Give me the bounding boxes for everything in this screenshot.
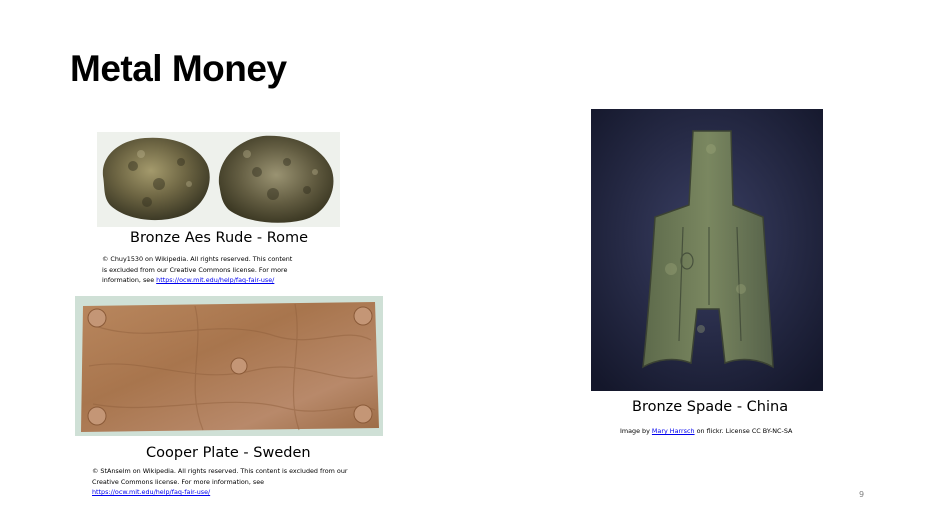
copper-plate-credit-line-1: © StAnselm on Wikipedia. All rights rese… [92,467,348,475]
copper-plate-caption: Cooper Plate - Sweden [146,445,311,461]
aes-rude-credit-line-1: © Chuy1530 on Wikipedia. All rights rese… [102,255,293,263]
copper-plate-fair-use-link[interactable]: https://ocw.mit.edu/help/faq-fair-use/ [92,488,210,496]
aes-rude-credit-line-2: is excluded from our Creative Commons li… [102,265,288,274]
aes-rude-caption: Bronze Aes Rude - Rome [130,230,309,246]
bronze-spade-caption: Bronze Spade - China [632,399,789,415]
copper-plate-credit: © StAnselm on Wikipedia. All rights rese… [92,466,412,498]
bronze-spade-credit-suffix: on flickr. License CC BY-NC-SA [694,427,793,435]
slide-title: Metal Money [70,48,287,89]
mary-harrsch-link[interactable]: Mary Harrsch [652,427,695,435]
bronze-spade-credit: Image by Mary Harrsch on flickr. License… [620,426,860,437]
aes-rude-credit: © Chuy1530 on Wikipedia. All rights rese… [102,254,362,286]
copper-plate-credit-line-2: Creative Commons license. For more infor… [92,477,265,486]
bronze-spade-image [591,109,823,391]
copper-plate-image [75,296,383,436]
bronze-spade-credit-prefix: Image by [620,427,652,435]
aes-rude-fair-use-link[interactable]: https://ocw.mit.edu/help/faq-fair-use/ [156,276,274,284]
page-number: 9 [859,490,865,499]
aes-rude-image [97,132,340,227]
aes-rude-credit-line-3: information, see [102,276,157,284]
